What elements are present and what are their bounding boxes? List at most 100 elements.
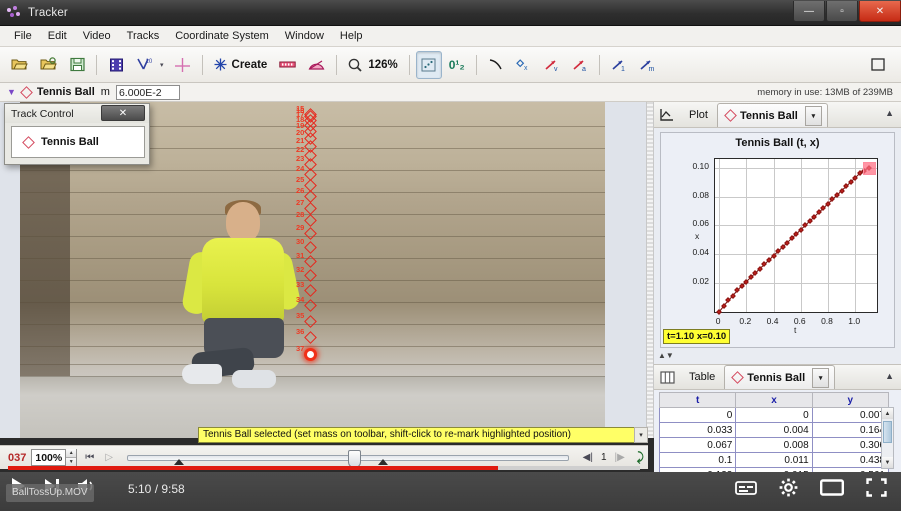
zoom-spin-down-icon[interactable]: ▼ [66,458,77,466]
table-cell[interactable]: 0.007 [811,407,890,423]
open-icon[interactable] [6,51,33,79]
table-cell[interactable]: 0.008 [735,437,813,453]
panel-splitter[interactable] [646,102,654,438]
tab-table[interactable]: Table [680,365,724,389]
plot-tab-dropdown-icon[interactable]: ▾ [804,105,822,126]
table-scroll-up-icon[interactable]: ▲ [882,408,893,419]
zoom-spin-up-icon[interactable]: ▲ [66,449,77,458]
calibration-stick-icon[interactable]: 10 [131,51,158,79]
video-filter-icon[interactable] [103,51,129,79]
status-message-dropdown-icon[interactable]: ▾ [634,427,648,443]
track-marker[interactable] [304,227,317,240]
menu-video[interactable]: Video [75,28,119,44]
track-control-close-button[interactable]: ✕ [101,105,145,121]
video-zoom-combo[interactable]: 100% ▲ ▼ [31,449,78,466]
table-row[interactable]: 0.1 0.011 0.438 [658,452,890,468]
table-cell[interactable]: 0.164 [811,422,890,438]
table-column-header[interactable]: x [735,392,813,408]
calibration-dropdown-icon[interactable]: ▾ [157,61,167,69]
table-cell[interactable]: 0.011 [735,452,813,468]
table-row[interactable]: 0 0 0.007 [658,407,890,423]
mass-input[interactable]: 6.000E-2 [115,84,180,100]
track-expand-arrow-icon[interactable]: ▼ [7,87,16,97]
x-position-icon[interactable]: x [511,51,537,79]
table-cell[interactable]: 0.067 [658,437,737,453]
track-marker[interactable] [304,299,317,313]
track-points-icon[interactable] [415,50,442,79]
plot-highlighted-point[interactable] [862,161,876,175]
active-track-marker[interactable] [304,348,317,361]
open-library-icon[interactable] [35,51,62,79]
plot-collapse-icon[interactable]: ▲ [885,108,894,118]
maximize-view-icon[interactable] [865,51,891,79]
table-cell[interactable]: 0 [658,407,737,423]
table-cell[interactable]: 0.004 [735,422,813,438]
step-back-icon[interactable]: ◀| [580,452,596,463]
tab-plot-tennis-ball[interactable]: Tennis Ball ▾ [716,103,828,127]
menu-window[interactable]: Window [277,28,332,44]
loop-icon[interactable]: ⤸ [633,450,648,465]
save-icon[interactable] [64,51,90,79]
play-icon[interactable]: ▷ [102,452,116,463]
table-row[interactable]: 0.067 0.008 0.306 [658,437,890,453]
table-cell[interactable]: 0.1 [658,452,737,468]
track-marker[interactable] [304,190,317,203]
momentum-icon[interactable]: m [634,51,660,79]
step-forward-icon[interactable]: |▶ [612,452,628,463]
video-seek-slider[interactable] [126,449,569,468]
menu-file[interactable]: File [6,28,40,44]
keyframe-marker-start[interactable] [174,459,184,465]
create-button[interactable]: Create [209,51,273,79]
track-marker[interactable] [304,240,317,254]
table-scrollbar[interactable]: ▲ ▼ [881,407,894,469]
table-collapse-icon[interactable]: ▲ [885,371,894,381]
table-scroll-thumb[interactable] [883,421,892,443]
velocity-icon[interactable]: v [539,51,565,79]
table-column-header[interactable]: t [658,392,737,408]
track-control-window[interactable]: Track Control ✕ Tennis Ball [4,103,150,165]
plot-container[interactable]: Tennis Ball (t, x) 0.02 0.04 0.06 0.08 0.10 0… [660,132,895,348]
plot-icon[interactable] [654,103,680,127]
track-marker[interactable] [304,283,317,297]
frame-numbers-icon[interactable]: 0¹₂ [444,51,470,79]
table-cell[interactable]: 0.438 [811,452,890,468]
menu-edit[interactable]: Edit [40,28,75,44]
menu-tracks[interactable]: Tracks [119,28,168,44]
skip-to-start-icon[interactable]: ⏮ [82,452,97,463]
close-button[interactable]: ✕ [859,1,901,22]
acceleration-icon[interactable]: a [567,51,593,79]
track-marker[interactable] [304,331,317,345]
track-marker[interactable] [304,214,317,228]
track-marker[interactable] [304,315,317,328]
table-icon[interactable] [654,365,680,389]
settings-gear-icon[interactable] [779,478,798,502]
table-cell[interactable]: 0.306 [811,437,890,453]
maximize-button[interactable]: ▫ [826,1,858,22]
theater-mode-icon[interactable] [820,479,845,501]
subtitles-icon[interactable] [735,480,757,501]
track-marker[interactable] [304,254,317,268]
video-zoom-spinner[interactable]: ▲ ▼ [65,449,77,466]
seek-thumb[interactable] [347,449,361,468]
menu-coordinate-system[interactable]: Coordinate System [167,28,277,44]
tab-plot[interactable]: Plot [680,103,717,127]
zoom-control[interactable]: 126% [343,51,402,79]
axes-icon[interactable] [169,51,196,79]
table-row[interactable]: 0.033 0.004 0.164 [658,422,890,438]
track-marker[interactable] [304,269,317,282]
track-control-item-tennis-ball[interactable]: Tennis Ball [11,126,145,158]
protractor-icon[interactable] [303,51,330,79]
plot-axes-area[interactable] [714,158,878,315]
path-icon[interactable] [483,51,509,79]
keyframe-marker-current[interactable] [378,459,388,465]
menu-help[interactable]: Help [332,28,371,44]
table-scroll-down-icon[interactable]: ▼ [882,457,893,468]
table-cell[interactable]: 0.033 [658,422,737,438]
fullscreen-icon[interactable] [866,478,887,502]
track-marker[interactable] [304,201,317,215]
table-cell[interactable]: 0 [735,407,813,423]
net-force-icon[interactable]: 1 [606,51,632,79]
minimize-button[interactable]: — [793,1,825,22]
table-tab-dropdown-icon[interactable]: ▾ [812,367,830,388]
step-size-value[interactable]: 1 [601,452,607,463]
